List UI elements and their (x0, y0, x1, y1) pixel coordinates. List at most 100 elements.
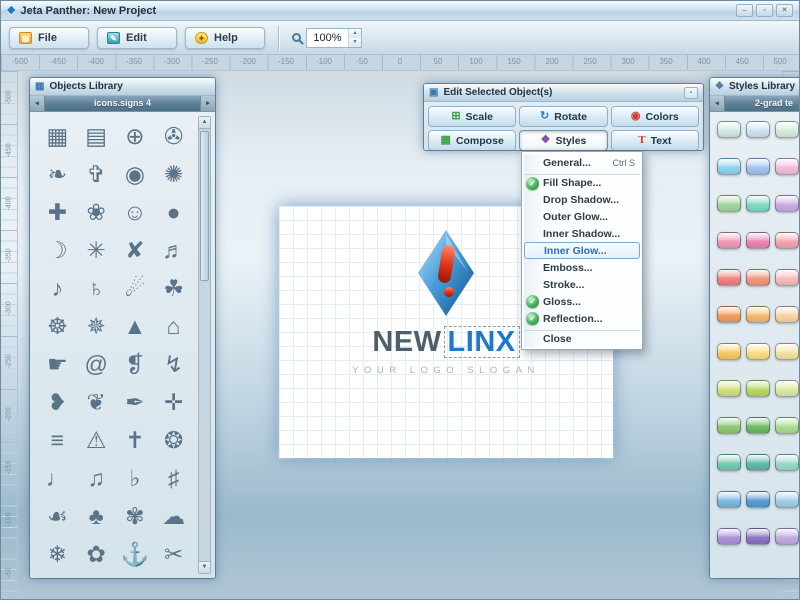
shell-icon[interactable]: ❂ (154, 421, 193, 459)
style-swatch[interactable] (775, 528, 799, 545)
menu-item-emboss[interactable]: Emboss... (524, 259, 640, 276)
style-swatch[interactable] (717, 491, 741, 508)
style-swatch[interactable] (775, 306, 799, 323)
edit-button[interactable]: ✎ Edit (97, 27, 177, 49)
styles-button[interactable]: ❖ Styles (519, 130, 607, 151)
close-button[interactable]: ✕ (776, 4, 793, 17)
scroll-down-icon[interactable]: ▼ (199, 561, 210, 573)
logo-diamond-shape[interactable] (418, 230, 474, 316)
style-swatch[interactable] (746, 454, 770, 471)
style-swatch[interactable] (717, 528, 741, 545)
microwave-icon[interactable]: ▤ (77, 117, 116, 155)
logo-text-linx-selected[interactable]: LINX (444, 326, 520, 358)
flower-icon[interactable]: ✿ (77, 535, 116, 573)
clover-icon[interactable]: ☘ (154, 269, 193, 307)
syringe-icon[interactable]: ✛ (154, 383, 193, 421)
crescent-moon-icon[interactable]: ☽ (38, 231, 77, 269)
objects-scrollbar[interactable]: ▲ ▼ (198, 116, 211, 574)
style-swatch[interactable] (746, 380, 770, 397)
styles-library-header[interactable]: ❖ Styles Library (710, 78, 799, 96)
saturn-icon[interactable]: ♄ (77, 269, 116, 307)
style-swatch[interactable] (746, 121, 770, 138)
objects-category-label[interactable]: icons.signs 4 (45, 96, 200, 111)
menu-item-drop-shadow[interactable]: Drop Shadow... (524, 191, 640, 208)
menu-item-reflection[interactable]: Reflection... (524, 310, 640, 327)
category-next-icon[interactable]: ▸ (200, 96, 215, 111)
style-swatch[interactable] (717, 195, 741, 212)
style-swatch[interactable] (746, 528, 770, 545)
compass-rose-icon[interactable]: ✵ (77, 307, 116, 345)
logo-slogan[interactable]: YOUR LOGO SLOGAN (352, 365, 540, 376)
zoom-up-icon[interactable]: ▲ (349, 29, 361, 38)
style-swatch[interactable] (775, 343, 799, 360)
reel-icon[interactable]: ✇ (154, 117, 193, 155)
style-swatch[interactable] (746, 343, 770, 360)
style-swatch[interactable] (717, 380, 741, 397)
style-swatch[interactable] (746, 417, 770, 434)
zoom-value[interactable]: 100% (307, 29, 348, 47)
church-icon[interactable]: ✞ (77, 155, 116, 193)
style-swatch[interactable] (775, 232, 799, 249)
minimize-button[interactable]: – (736, 4, 753, 17)
feather-icon[interactable]: ❦ (77, 383, 116, 421)
menu-item-close[interactable]: Close (524, 330, 640, 347)
style-swatch[interactable] (717, 158, 741, 175)
colors-button[interactable]: ◉ Colors (611, 106, 699, 127)
menu-item-gloss[interactable]: Gloss... (524, 293, 640, 310)
flute-icon[interactable]: ♭ (116, 459, 155, 497)
text-button[interactable]: T Text (611, 130, 699, 151)
scroll-up-icon[interactable]: ▲ (199, 117, 210, 129)
style-swatch[interactable] (775, 380, 799, 397)
style-swatch[interactable] (775, 195, 799, 212)
styles-category-label[interactable]: 2-grad te (725, 96, 799, 111)
ruler-icon[interactable]: ≡ (38, 421, 77, 459)
style-swatch[interactable] (746, 491, 770, 508)
trumpet-icon[interactable]: ♪ (38, 269, 77, 307)
menu-item-stroke[interactable]: Stroke... (524, 276, 640, 293)
snail-icon[interactable]: ❡ (116, 345, 155, 383)
cello-icon[interactable]: ♫ (77, 459, 116, 497)
lightning-icon[interactable]: ↯ (154, 345, 193, 383)
high-heel-icon[interactable]: ❧ (38, 155, 77, 193)
style-swatch[interactable] (775, 491, 799, 508)
spirograph-icon[interactable]: ✳ (77, 231, 116, 269)
at-sign-icon[interactable]: @ (77, 345, 116, 383)
pedestrian-icon[interactable]: ✝ (116, 421, 155, 459)
rooster-icon[interactable]: ✾ (116, 497, 155, 535)
style-swatch[interactable] (775, 158, 799, 175)
chili-pepper-icon[interactable]: ❥ (38, 383, 77, 421)
anchor-icon[interactable]: ⚓ (116, 535, 155, 573)
atm-machine-icon[interactable]: ▦ (38, 117, 77, 155)
house-icon[interactable]: ⌂ (154, 307, 193, 345)
menu-item-inner-shadow[interactable]: Inner Shadow... (524, 225, 640, 242)
comet-icon[interactable]: ☄ (116, 269, 155, 307)
ship-wheel-icon[interactable]: ☸ (38, 307, 77, 345)
pen-nib-icon[interactable]: ✒ (116, 383, 155, 421)
scissors-icon[interactable]: ✂ (154, 535, 193, 573)
warning-sign-icon[interactable]: ⚠ (77, 421, 116, 459)
grapes-icon[interactable]: ❀ (77, 193, 116, 231)
violin-icon[interactable]: ♩ (38, 459, 77, 497)
scale-button[interactable]: ⊞ Scale (428, 106, 516, 127)
style-swatch[interactable] (775, 454, 799, 471)
style-swatch[interactable] (717, 269, 741, 286)
fingerprint-icon[interactable]: ◉ (116, 155, 155, 193)
style-swatch[interactable] (717, 121, 741, 138)
compose-button[interactable]: ▦ Compose (428, 130, 516, 151)
style-swatch[interactable] (746, 306, 770, 323)
maximize-button[interactable]: ▫ (756, 4, 773, 17)
style-swatch[interactable] (717, 454, 741, 471)
menu-item-fill-shape[interactable]: Fill Shape... (524, 174, 640, 191)
zoom-spinner[interactable]: 100% ▲ ▼ (306, 28, 362, 48)
style-swatch[interactable] (775, 417, 799, 434)
mountain-icon[interactable]: ▲ (116, 307, 155, 345)
cookie-icon[interactable]: ● (154, 193, 193, 231)
boy-face-icon[interactable]: ☺ (116, 193, 155, 231)
saxophone-icon[interactable]: ♬ (154, 231, 193, 269)
rotate-button[interactable]: ↻ Rotate (519, 106, 607, 127)
category-prev-icon[interactable]: ◂ (710, 96, 725, 111)
globe-icon[interactable]: ⊕ (116, 117, 155, 155)
menu-item-outer-glow[interactable]: Outer Glow... (524, 208, 640, 225)
style-swatch[interactable] (746, 158, 770, 175)
style-swatch[interactable] (717, 306, 741, 323)
